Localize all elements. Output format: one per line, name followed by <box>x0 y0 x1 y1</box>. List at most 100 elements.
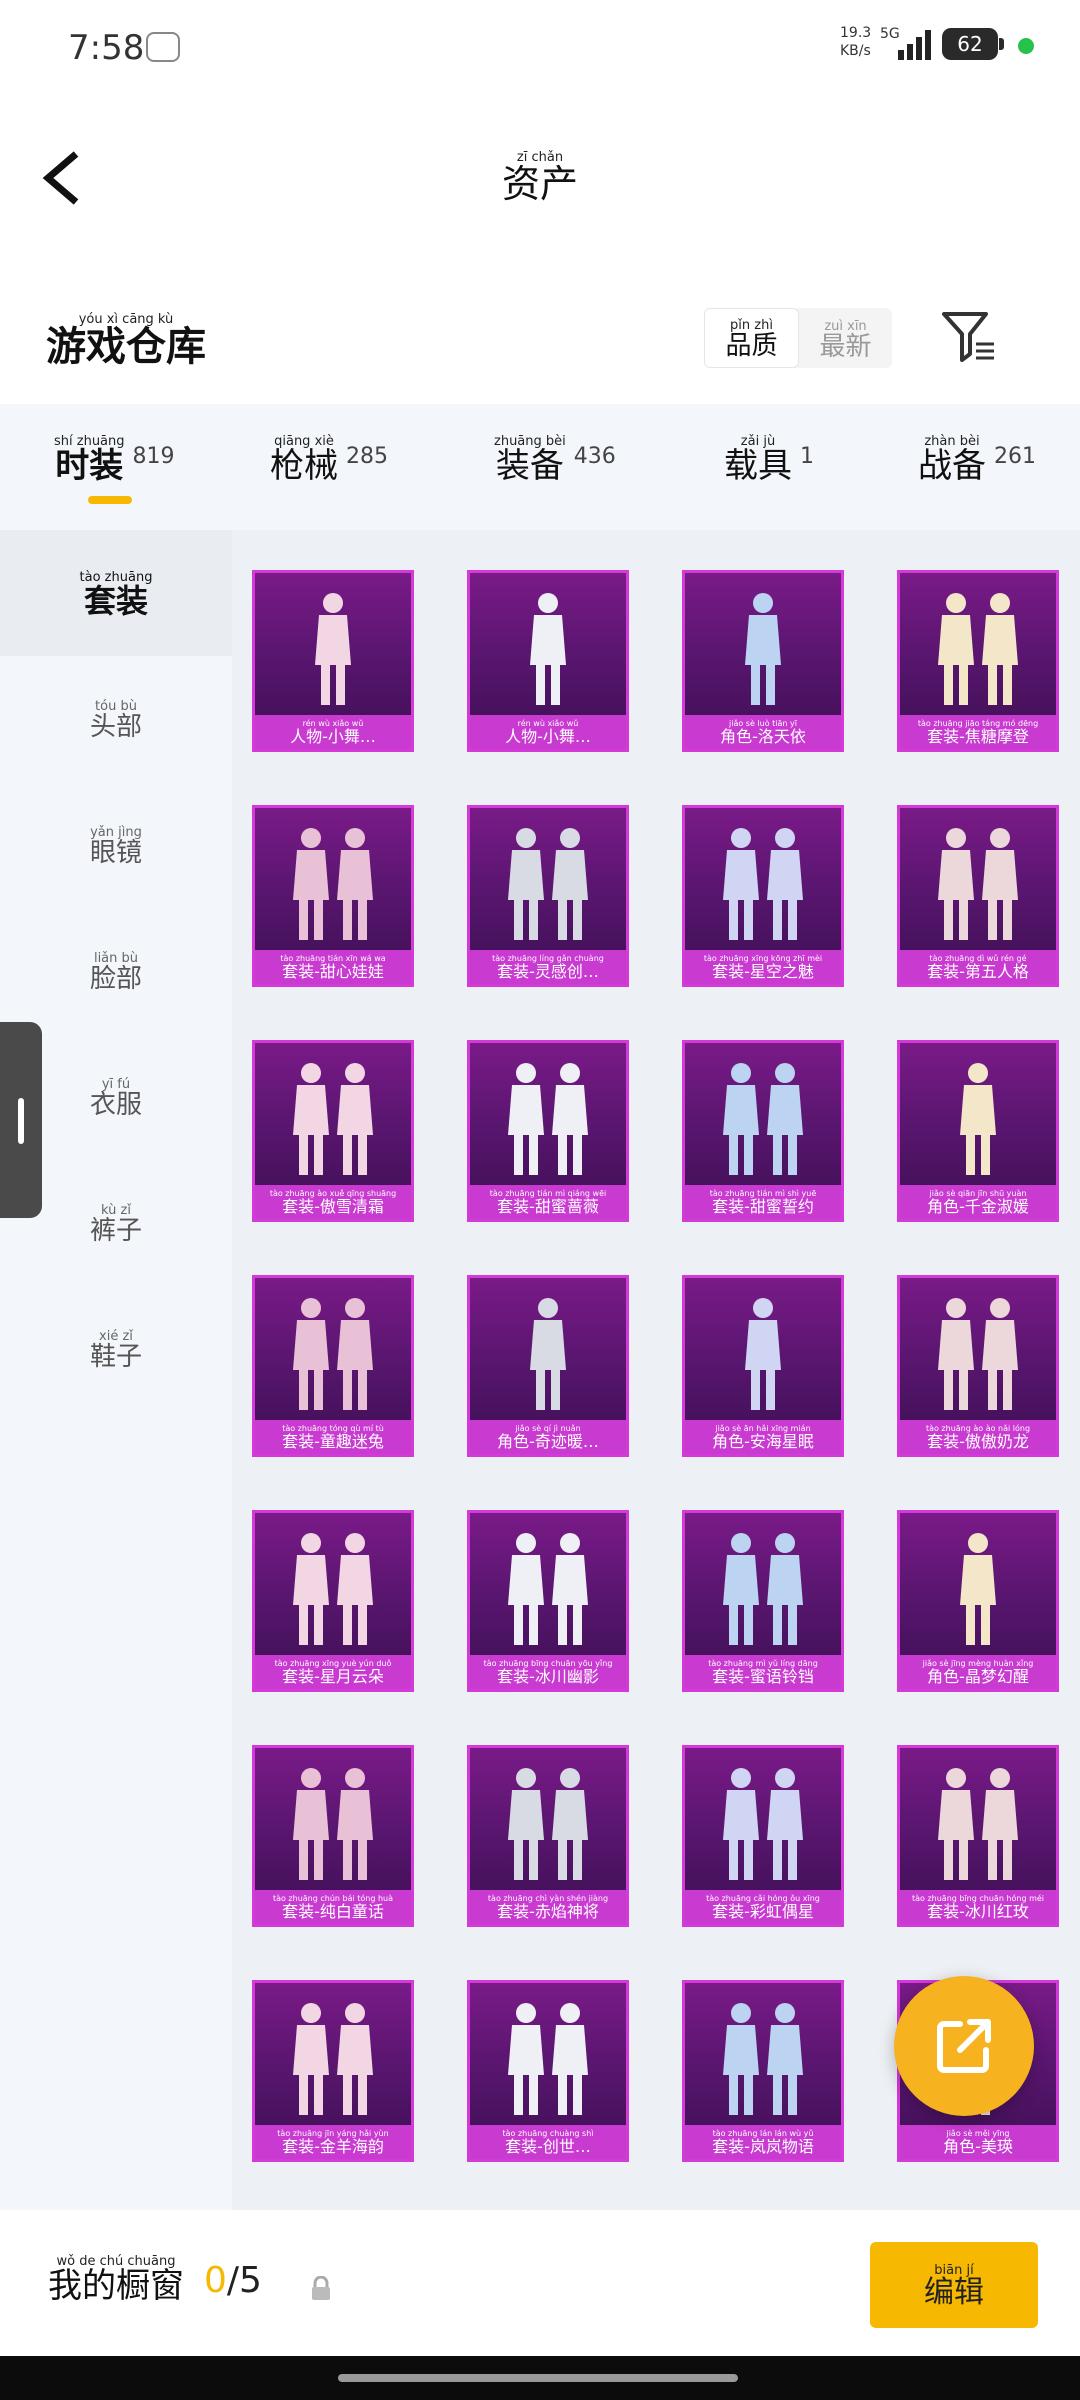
item-name: 套装-焦糖摩登 <box>927 727 1029 746</box>
item-card[interactable]: tào zhuāng lán lán wù yǔ 套装-岚岚物语 <box>682 1980 844 2162</box>
outfit-figure-image <box>938 828 1018 940</box>
item-name: 套装-甜心娃娃 <box>282 962 384 981</box>
item-pinyin: rén wù xiǎo wǔ <box>302 718 364 728</box>
outfit-figure-image <box>938 1298 1018 1410</box>
item-caption: tào zhuāng bīng chuān hóng méi 套装-冰川红玫 <box>900 1890 1056 1924</box>
status-bar: 7:58 19.3 KB/s 5G 62 <box>0 0 1080 96</box>
item-caption: tào zhuāng lán lán wù yǔ 套装-岚岚物语 <box>685 2125 841 2159</box>
outfit-figure-image <box>938 593 1018 705</box>
showcase-count-total: /5 <box>226 2260 262 2301</box>
item-card[interactable]: jiǎo sè jīng mèng huàn xǐng 角色-晶梦幻醒 <box>897 1510 1059 1692</box>
outfit-figure-image <box>723 828 803 940</box>
item-caption: tào zhuāng jiāo táng mó dēng 套装-焦糖摩登 <box>900 715 1056 749</box>
item-card[interactable]: tào zhuāng tián mì qiáng wēi 套装-甜蜜蔷薇 <box>467 1040 629 1222</box>
item-card[interactable]: tào zhuāng tián xīn wá wa 套装-甜心娃娃 <box>252 805 414 987</box>
item-pinyin: tào zhuāng jīn yáng hǎi yùn <box>277 2128 389 2138</box>
item-pinyin: tào zhuāng chún bái tóng huà <box>272 1893 394 1903</box>
item-pinyin: jiǎo sè qiān jīn shū yuàn <box>929 1188 1027 1198</box>
item-card[interactable]: tào zhuāng jīn yáng hǎi yùn 套装-金羊海韵 <box>252 1980 414 2162</box>
sort-quality-button[interactable]: pǐn zhì 品质 <box>704 308 799 368</box>
sidebar-item-glasses[interactable]: yǎn jìng 眼镜 <box>0 782 232 908</box>
item-pinyin: tào zhuāng mì yǔ líng dāng <box>708 1658 818 1668</box>
item-name: 套装-星空之魅 <box>712 962 814 981</box>
item-caption: tào zhuāng ào ào nǎi lóng 套装-傲傲奶龙 <box>900 1420 1056 1454</box>
item-card[interactable]: tào zhuāng ào ào nǎi lóng 套装-傲傲奶龙 <box>897 1275 1059 1457</box>
item-card[interactable]: tào zhuāng chún bái tóng huà 套装-纯白童话 <box>252 1745 414 1927</box>
outfit-figure-image <box>508 2003 588 2115</box>
item-card[interactable]: jiǎo sè qiān jīn shū yuàn 角色-千金淑媛 <box>897 1040 1059 1222</box>
item-card[interactable]: tào zhuāng xīng yuè yún duǒ 套装-星月云朵 <box>252 1510 414 1692</box>
sidebar-item-head[interactable]: tóu bù 头部 <box>0 656 232 782</box>
category-tabs: shí zhuāng 时装 819 qiāng xiè 枪械 285 zhuāng … <box>0 404 1080 530</box>
tab-battle-gear[interactable]: zhàn bèi 战备 261 <box>916 434 1036 483</box>
item-pinyin: jiǎo sè ān hǎi xīng mián <box>715 1423 811 1433</box>
outfit-figure-image <box>530 593 566 705</box>
outfit-figure-image <box>315 593 351 705</box>
outfit-figure-image <box>508 1063 588 1175</box>
item-pinyin: tào zhuāng tián mì qiáng wēi <box>489 1188 607 1198</box>
edit-button[interactable]: biān jí 编辑 <box>870 2242 1038 2328</box>
item-card[interactable]: tào zhuāng jiāo táng mó dēng 套装-焦糖摩登 <box>897 570 1059 752</box>
item-caption: jiǎo sè qiān jīn shū yuàn 角色-千金淑媛 <box>900 1185 1056 1219</box>
item-name: 套装-星月云朵 <box>282 1667 384 1686</box>
sidebar-item-face[interactable]: liǎn bù 脸部 <box>0 908 232 1034</box>
sidebar-item-shoes[interactable]: xié zǐ 鞋子 <box>0 1286 232 1412</box>
item-caption: tào zhuāng dì wǔ rén gé 套装-第五人格 <box>900 950 1056 984</box>
item-card[interactable]: tào zhuāng dì wǔ rén gé 套装-第五人格 <box>897 805 1059 987</box>
item-card[interactable]: tào zhuāng chì yàn shén jiàng 套装-赤焰神将 <box>467 1745 629 1927</box>
tab-guns[interactable]: qiāng xiè 枪械 285 <box>268 434 388 483</box>
item-pinyin: tào zhuāng líng gǎn chuàng <box>492 953 604 963</box>
home-indicator[interactable] <box>338 2374 738 2382</box>
item-pinyin: tào zhuāng bīng chuān hóng méi <box>911 1893 1045 1903</box>
net-speed-unit: KB/s <box>840 43 871 59</box>
item-caption: tào zhuāng tián mì qiáng wēi 套装-甜蜜蔷薇 <box>470 1185 626 1219</box>
item-caption: tào zhuāng líng gǎn chuàng 套装-灵感创… <box>470 950 626 984</box>
item-card[interactable]: rén wù xiǎo wǔ 人物-小舞… <box>467 570 629 752</box>
outfit-figure-image <box>508 1533 588 1645</box>
item-card[interactable]: rén wù xiǎo wǔ 人物-小舞… <box>252 570 414 752</box>
item-caption: tào zhuāng tián mì shì yuē 套装-甜蜜誓约 <box>685 1185 841 1219</box>
item-name: 套装-傲傲奶龙 <box>927 1432 1029 1451</box>
outfit-figure-image <box>508 1768 588 1880</box>
item-pinyin: jiǎo sè měi yīng <box>946 2128 1010 2138</box>
item-name: 套装-金羊海韵 <box>282 2137 384 2156</box>
sidebar-item-outfit[interactable]: tào zhuāng 套装 <box>0 530 232 656</box>
outfit-figure-image <box>960 1533 996 1645</box>
outfit-figure-image <box>723 1063 803 1175</box>
item-pinyin: jiǎo sè luò tiān yī <box>729 718 797 728</box>
item-card[interactable]: tào zhuāng tián mì shì yuē 套装-甜蜜誓约 <box>682 1040 844 1222</box>
side-drawer-handle[interactable] <box>0 1022 42 1218</box>
item-name: 角色-千金淑媛 <box>927 1197 1029 1216</box>
tab-vehicles[interactable]: zǎi jù 载具 1 <box>722 434 814 483</box>
item-pinyin: tào zhuāng lán lán wù yǔ <box>712 2128 814 2138</box>
item-caption: jiǎo sè ān hǎi xīng mián 角色-安海星眠 <box>685 1420 841 1454</box>
item-card[interactable]: jiǎo sè luò tiān yī 角色-洛天依 <box>682 570 844 752</box>
signal-icon <box>898 30 932 60</box>
tab-equipment[interactable]: zhuāng bèi 装备 436 <box>492 434 616 483</box>
filter-icon[interactable] <box>940 310 996 364</box>
item-card[interactable]: tào zhuāng bīng chuān hóng méi 套装-冰川红玫 <box>897 1745 1059 1927</box>
share-button[interactable] <box>894 1976 1034 2116</box>
status-time: 7:58 <box>68 28 145 68</box>
item-card[interactable]: jiǎo sè qí jì nuǎn 角色-奇迹暖… <box>467 1275 629 1457</box>
item-pinyin: tào zhuāng jiāo táng mó dēng <box>917 718 1039 728</box>
item-name: 角色-安海星眠 <box>712 1432 814 1451</box>
item-pinyin: tào zhuāng cǎi hóng ǒu xīng <box>706 1893 820 1903</box>
item-card[interactable]: tào zhuāng líng gǎn chuàng 套装-灵感创… <box>467 805 629 987</box>
item-card[interactable]: tào zhuāng ào xuě qīng shuāng 套装-傲雪清霜 <box>252 1040 414 1222</box>
item-card[interactable]: tào zhuāng chuàng shì 套装-创世… <box>467 1980 629 2162</box>
item-card[interactable]: tào zhuāng tóng qù mí tù 套装-童趣迷兔 <box>252 1275 414 1457</box>
item-card[interactable]: tào zhuāng bīng chuān yōu yǐng 套装-冰川幽影 <box>467 1510 629 1692</box>
item-card[interactable]: tào zhuāng cǎi hóng ǒu xīng 套装-彩虹偶星 <box>682 1745 844 1927</box>
tab-fashion[interactable]: shí zhuāng 时装 819 <box>52 434 175 483</box>
active-tab-indicator <box>88 496 132 504</box>
item-caption: tào zhuāng chún bái tóng huà 套装-纯白童话 <box>255 1890 411 1924</box>
item-card[interactable]: jiǎo sè ān hǎi xīng mián 角色-安海星眠 <box>682 1275 844 1457</box>
item-name: 套装-灵感创… <box>497 962 599 981</box>
net-speed: 19.3 KB/s <box>840 24 871 60</box>
item-card[interactable]: tào zhuāng xīng kōng zhī mèi 套装-星空之魅 <box>682 805 844 987</box>
sort-newest-button[interactable]: zuì xīn 最新 <box>799 308 892 368</box>
battery-icon: 62 <box>942 28 1004 60</box>
privacy-indicator-icon <box>1018 38 1034 54</box>
item-card[interactable]: tào zhuāng mì yǔ líng dāng 套装-蜜语铃铛 <box>682 1510 844 1692</box>
